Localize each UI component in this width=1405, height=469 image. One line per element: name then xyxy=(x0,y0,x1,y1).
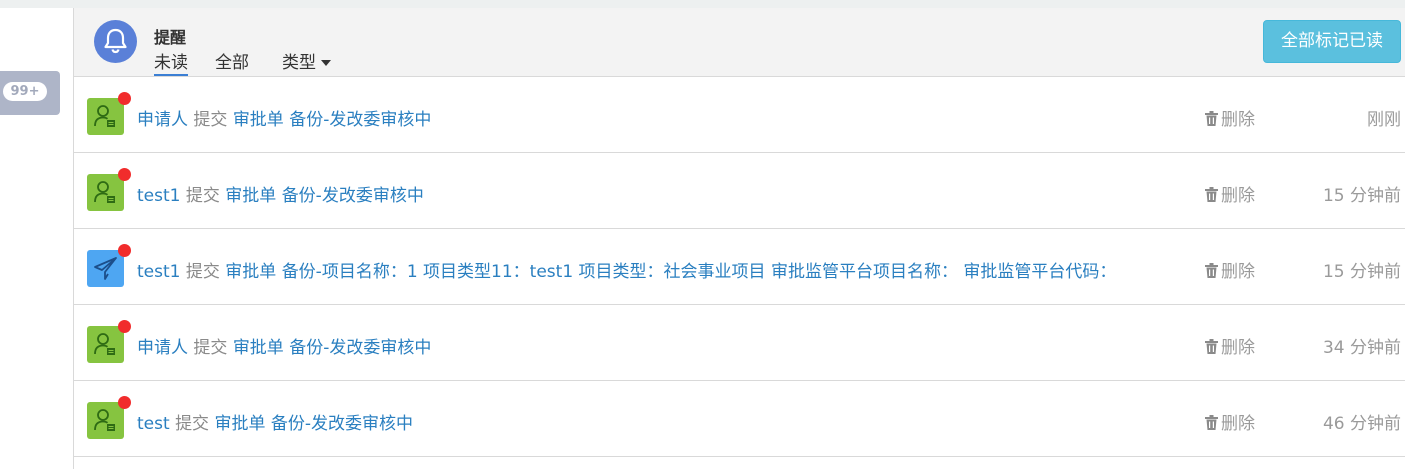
delete-button[interactable]: 删除 xyxy=(1205,409,1255,434)
notification-message: 申请人 提交 审批单 备份-发改委审核中 xyxy=(137,333,431,358)
delete-label: 删除 xyxy=(1221,414,1255,434)
tab-all[interactable]: 全部 xyxy=(215,48,249,76)
notification-message: test1 提交 审批单 备份-发改委审核中 xyxy=(137,181,424,206)
notification-row[interactable]: test 提交 审批单 备份-发改委审核中 删除 46 分钟前 xyxy=(74,381,1405,457)
delete-label: 删除 xyxy=(1221,186,1255,206)
action-verb: 提交 xyxy=(193,110,228,130)
notification-message: 申请人 提交 审批单 备份-发改委审核中 xyxy=(137,105,431,130)
reminder-panel: 提醒 未读 全部 类型 全部标记已读 申请人 提交 审批单 备份-发改委审核中 … xyxy=(73,8,1405,469)
document-type-link[interactable]: 审批单 xyxy=(225,262,276,282)
subject-link[interactable]: 备份-发改委审核中 xyxy=(289,110,431,130)
document-type-link[interactable]: 审批单 xyxy=(233,338,284,358)
timestamp: 46 分钟前 xyxy=(1322,414,1401,434)
panel-title: 提醒 xyxy=(154,28,187,47)
panel-header: 提醒 未读 全部 类型 全部标记已读 xyxy=(74,8,1405,77)
delete-label: 删除 xyxy=(1221,262,1255,282)
notification-message: test1 提交 审批单 备份-项目名称：1 项目类型11：test1 项目类型… xyxy=(137,257,1116,282)
tab-type-label: 类型 xyxy=(282,53,316,73)
timestamp: 15 分钟前 xyxy=(1322,186,1401,206)
user-doc-icon xyxy=(94,409,115,431)
row-avatar xyxy=(87,326,124,363)
row-avatar xyxy=(87,98,124,135)
sender-link[interactable]: test1 xyxy=(137,186,180,206)
delete-label: 删除 xyxy=(1221,110,1255,130)
user-doc-icon xyxy=(94,181,115,203)
notification-row[interactable]: test1 提交 审批单 备份-项目名称：1 项目类型11：test1 项目类型… xyxy=(74,229,1405,305)
paper-plane-icon xyxy=(94,257,117,280)
timestamp: 15 分钟前 xyxy=(1322,262,1401,282)
delete-button[interactable]: 删除 xyxy=(1205,257,1255,282)
row-avatar xyxy=(87,402,124,439)
unread-dot xyxy=(118,92,131,105)
delete-button[interactable]: 删除 xyxy=(1205,105,1255,130)
subject-link[interactable]: 备份-发改委审核中 xyxy=(271,414,413,434)
trash-icon xyxy=(1205,415,1218,430)
document-type-link[interactable]: 审批单 xyxy=(233,110,284,130)
sender-link[interactable]: test1 xyxy=(137,262,180,282)
timestamp: 刚刚 xyxy=(1367,110,1401,130)
row-avatar xyxy=(87,250,124,287)
notification-row[interactable]: 申请人 提交 审批单 备份-发改委审核中 删除 刚刚 xyxy=(74,77,1405,153)
caret-down-icon xyxy=(321,60,331,66)
trash-icon xyxy=(1205,339,1218,354)
top-strip xyxy=(0,0,1405,8)
unread-dot xyxy=(118,244,131,257)
trash-icon xyxy=(1205,187,1218,202)
sender-link[interactable]: 申请人 xyxy=(137,338,188,358)
sender-link[interactable]: 申请人 xyxy=(137,110,188,130)
unread-dot xyxy=(118,168,131,181)
action-verb: 提交 xyxy=(185,186,220,206)
action-verb: 提交 xyxy=(193,338,228,358)
tab-unread[interactable]: 未读 xyxy=(154,48,188,76)
notification-message: test 提交 审批单 备份-发改委审核中 xyxy=(137,409,413,434)
unread-dot xyxy=(118,396,131,409)
user-doc-icon xyxy=(94,333,115,355)
document-type-link[interactable]: 审批单 xyxy=(214,414,265,434)
trash-icon xyxy=(1205,111,1218,126)
document-type-link[interactable]: 审批单 xyxy=(225,186,276,206)
trash-icon xyxy=(1205,263,1218,278)
subject-link[interactable]: 备份-发改委审核中 xyxy=(289,338,431,358)
delete-button[interactable]: 删除 xyxy=(1205,333,1255,358)
sender-link[interactable]: test xyxy=(137,414,170,434)
bell-icon xyxy=(94,20,137,63)
notification-row[interactable]: test1 提交 审批单 备份-发改委审核中 删除 15 分钟前 xyxy=(74,153,1405,229)
tab-type-dropdown[interactable]: 类型 xyxy=(282,48,331,76)
delete-button[interactable]: 删除 xyxy=(1205,181,1255,206)
subject-link[interactable]: 备份-发改委审核中 xyxy=(282,186,424,206)
action-verb: 提交 xyxy=(175,414,210,434)
notification-row[interactable]: 申请人 提交 审批单 备份-发改委审核中 删除 34 分钟前 xyxy=(74,305,1405,381)
timestamp: 34 分钟前 xyxy=(1322,338,1401,358)
unread-count-badge: 99+ xyxy=(3,82,47,101)
user-doc-icon xyxy=(94,105,115,127)
notification-badge-tab[interactable]: 99+ xyxy=(0,71,60,115)
row-avatar xyxy=(87,174,124,211)
delete-label: 删除 xyxy=(1221,338,1255,358)
mark-all-read-button[interactable]: 全部标记已读 xyxy=(1263,20,1401,63)
unread-dot xyxy=(118,320,131,333)
action-verb: 提交 xyxy=(185,262,220,282)
subject-link[interactable]: 备份-项目名称：1 项目类型11：test1 项目类型：社会事业项目 审批监管平… xyxy=(282,262,1117,282)
